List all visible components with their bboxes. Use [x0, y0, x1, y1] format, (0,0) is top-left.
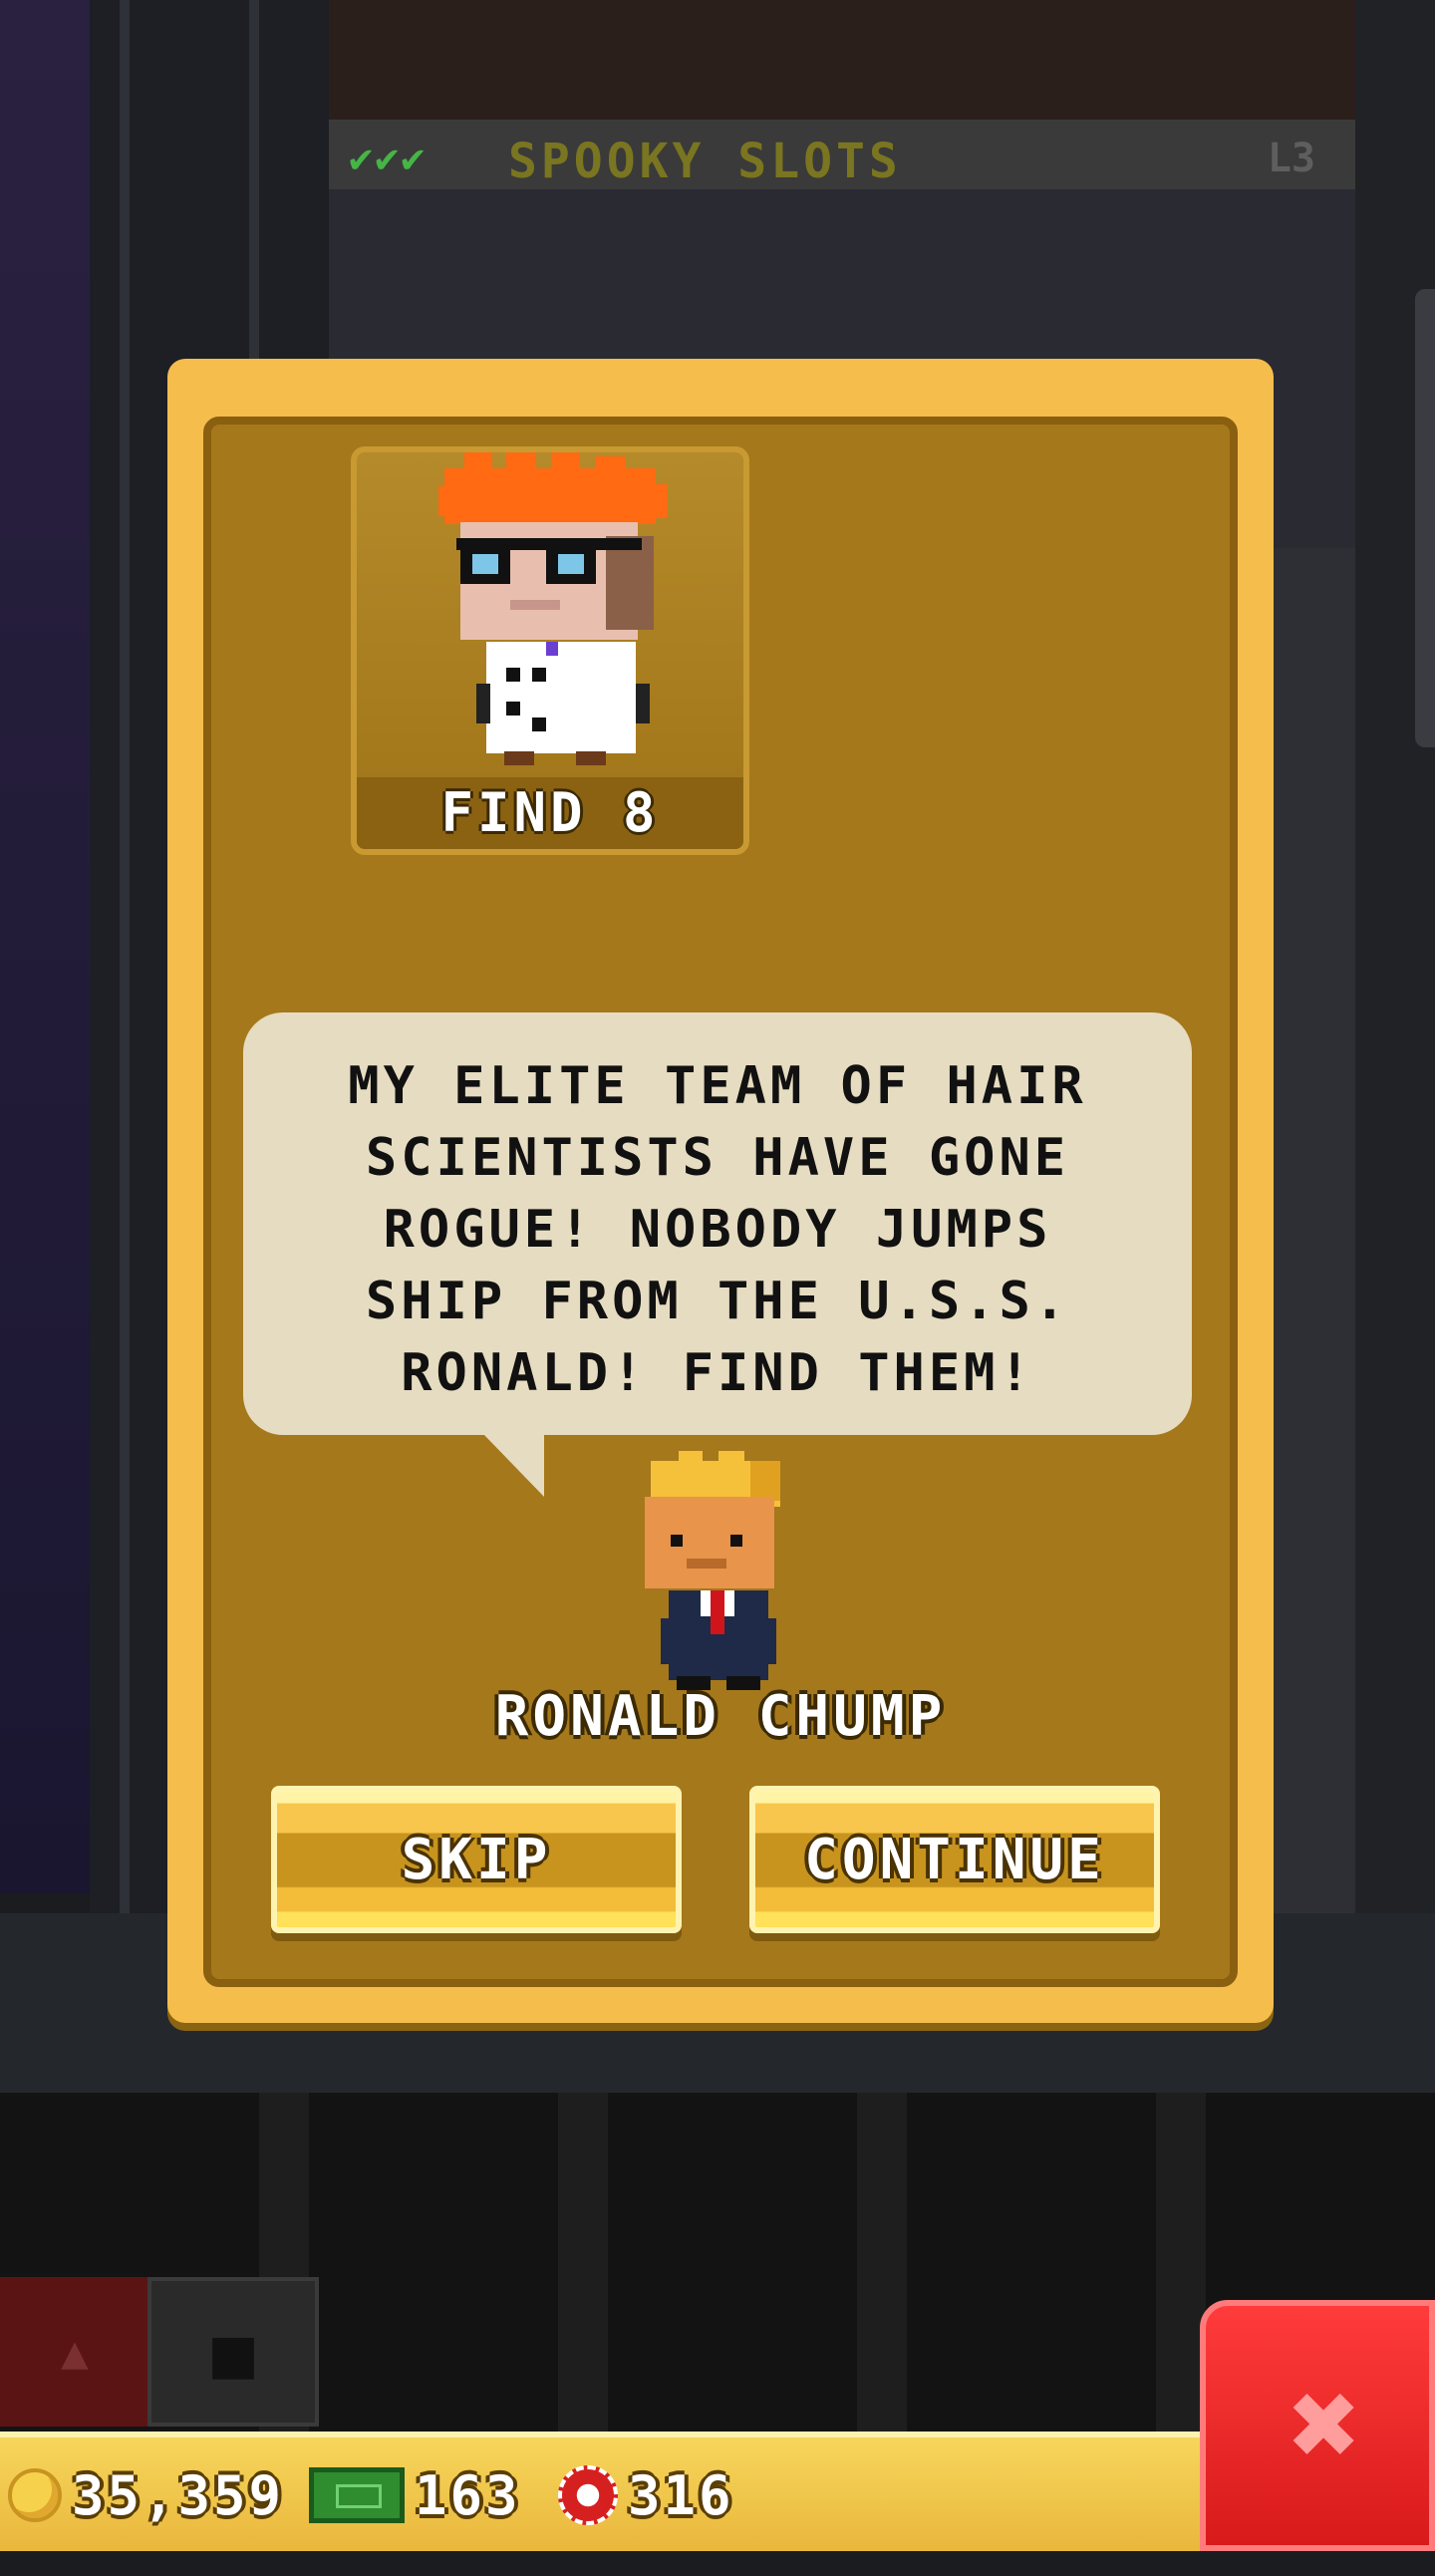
continue-button[interactable]: CONTINUE [749, 1786, 1160, 1933]
close-icon: ✖ [1289, 2356, 1362, 2494]
bux-stat: 163 [309, 2455, 521, 2535]
close-button[interactable]: ✖ [1200, 2300, 1435, 2551]
speech-bubble-tail [482, 1433, 544, 1497]
hair-scientist-sprite [438, 452, 668, 765]
bux-icon [309, 2467, 405, 2523]
skip-button-label: SKIP [401, 1827, 552, 1892]
continue-button-label: CONTINUE [804, 1827, 1105, 1892]
ronald-chump-sprite [645, 1451, 780, 1690]
chip-icon [558, 2465, 618, 2525]
speech-bubble: MY ELITE TEAM OF HAIR SCIENTISTS HAVE GO… [243, 1012, 1192, 1435]
speaker-name: RONALD CHUMP [494, 1684, 947, 1749]
skip-button[interactable]: SKIP [271, 1786, 682, 1933]
chips-value: 316 [628, 2463, 734, 2527]
bux-value: 163 [415, 2463, 521, 2527]
chips-stat: 316 [558, 2455, 734, 2535]
coins-stat: 35,359 [8, 2455, 284, 2535]
mission-portrait: FIND 8 [351, 446, 749, 855]
portrait-label: FIND 8 [357, 777, 743, 849]
coins-value: 35,359 [72, 2463, 285, 2527]
coin-icon [8, 2468, 62, 2522]
